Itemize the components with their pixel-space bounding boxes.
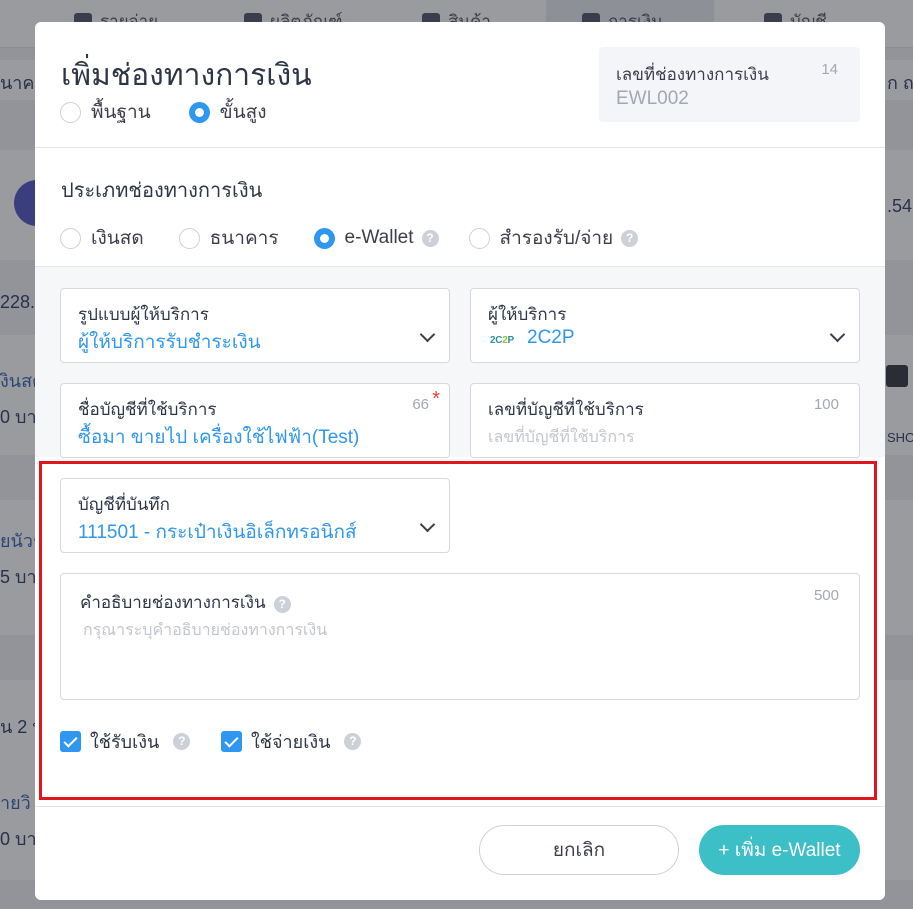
ledger-account-select[interactable]: บัญชีที่บันทึก 111501 - กระเป๋าเงินอิเล็… xyxy=(60,478,450,553)
account-name-label: ชื่อบัญชีที่ใช้บริการ xyxy=(78,400,217,419)
footer-divider xyxy=(35,806,885,807)
help-icon[interactable]: ? xyxy=(421,229,439,247)
doc-number-field[interactable]: เลขที่ช่องทางการเงิน 14 EWL002 xyxy=(599,47,860,122)
checkbox-checked-icon xyxy=(221,731,242,752)
provider-label: ผู้ให้บริการ xyxy=(488,305,567,324)
modal-title: เพิ่มช่องทางการเงิน xyxy=(61,59,312,92)
account-number-label: เลขที่บัญชีที่ใช้บริการ xyxy=(488,400,644,419)
add-payment-channel-modal: เพิ่มช่องทางการเงิน พื้นฐาน ขั้นสูง เลขท… xyxy=(35,22,885,900)
radio-circle xyxy=(468,227,490,249)
doc-number-label: เลขที่ช่องทางการเงิน xyxy=(616,65,769,84)
channel-bank-radio[interactable]: ธนาคาร xyxy=(178,223,279,253)
description-textarea[interactable]: คำอธิบายช่องทางการเงิน? 500 กรุณาระบุคำอ… xyxy=(60,573,860,700)
description-label: คำอธิบายช่องทางการเงิน? xyxy=(80,589,291,616)
channel-type-radio-group: เงินสด ธนาคาร e-Wallet ? สำรองรับ/จ่าย ? xyxy=(60,223,668,253)
radio-circle xyxy=(178,227,200,249)
radio-circle xyxy=(60,101,81,123)
ledger-account-label: บัญชีที่บันทึก xyxy=(78,495,170,514)
account-name-field[interactable]: ชื่อบัญชีที่ใช้บริการ 66 * ซื้อมา ขายไป … xyxy=(60,383,450,458)
help-icon[interactable]: ? xyxy=(273,596,291,613)
provider-value: 2C2P xyxy=(527,327,575,348)
account-name-value: ซื้อมา ขายไป เครื่องใช้ไฟฟ้า(Test) xyxy=(78,427,360,448)
header-divider xyxy=(35,147,885,148)
provider-select[interactable]: ผู้ให้บริการ 2C2P 2C2P xyxy=(470,288,860,363)
help-icon[interactable]: ? xyxy=(344,733,362,750)
help-icon[interactable]: ? xyxy=(621,229,639,247)
use-for-receive-checkbox[interactable]: ใช้รับเงิน ? xyxy=(60,727,191,756)
account-number-placeholder: เลขที่บัญชีที่ใช้บริการ xyxy=(488,429,635,446)
mode-radio-group: พื้นฐาน ขั้นสูง xyxy=(60,97,297,127)
account-name-counter: 66 xyxy=(412,396,429,413)
channel-reserve-radio[interactable]: สำรองรับ/จ่าย ? xyxy=(468,223,639,253)
mode-advanced-radio[interactable]: ขั้นสูง xyxy=(188,97,267,127)
mode-basic-radio[interactable]: พื้นฐาน xyxy=(60,97,151,127)
provider-type-select[interactable]: รูปแบบผู้ให้บริการ ผู้ให้บริการรับชำระเง… xyxy=(60,288,450,363)
account-number-counter: 100 xyxy=(813,396,839,413)
provider-type-label: รูปแบบผู้ให้บริการ xyxy=(78,305,209,324)
account-number-field[interactable]: เลขที่บัญชีที่ใช้บริการ 100 เลขที่บัญชีท… xyxy=(470,383,860,458)
description-placeholder: กรุณาระบุคำอธิบายช่องทางการเงิน xyxy=(83,622,328,639)
chevron-down-icon xyxy=(829,326,846,343)
radio-circle xyxy=(60,227,81,249)
channel-ewallet-radio[interactable]: e-Wallet ? xyxy=(313,227,439,249)
use-for-pay-checkbox[interactable]: ใช้จ่ายเงิน ? xyxy=(221,727,362,756)
ledger-account-value: 111501 - กระเป๋าเงินอิเล็กทรอนิกส์ xyxy=(78,522,357,543)
description-counter: 500 xyxy=(813,587,839,604)
channel-cash-radio[interactable]: เงินสด xyxy=(60,223,144,253)
add-ewallet-button[interactable]: + เพิ่ม e-Wallet xyxy=(699,825,860,875)
required-marker: * xyxy=(432,388,440,410)
chevron-down-icon xyxy=(419,326,436,343)
cancel-button[interactable]: ยกเลิก xyxy=(479,825,679,875)
checkbox-checked-icon xyxy=(60,731,81,752)
channel-type-title: ประเภทช่องทางการเงิน xyxy=(61,180,263,202)
2c2p-logo-icon: 2C2P xyxy=(490,335,514,346)
provider-type-value: ผู้ให้บริการรับชำระเงิน xyxy=(78,332,261,353)
help-icon[interactable]: ? xyxy=(173,733,191,750)
radio-circle-selected xyxy=(188,101,210,123)
doc-number-counter: 14 xyxy=(821,61,838,78)
radio-circle-selected xyxy=(313,227,335,249)
chevron-down-icon xyxy=(419,516,436,533)
doc-number-value: EWL002 xyxy=(616,88,689,109)
